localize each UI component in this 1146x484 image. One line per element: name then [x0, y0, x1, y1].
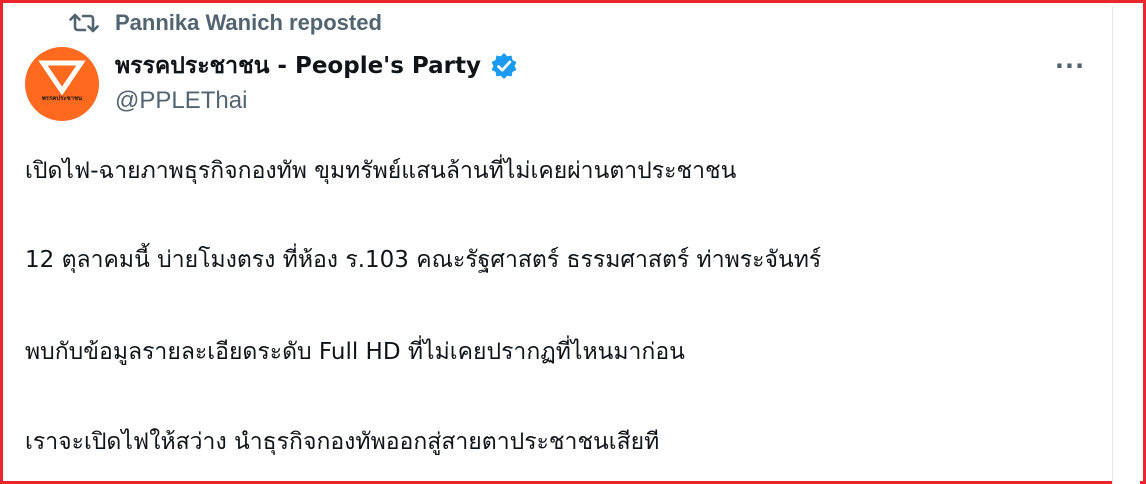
avatar[interactable]: พรรคประชาชน	[25, 47, 99, 121]
scrollbar[interactable]	[1112, 6, 1140, 484]
author-name-row: พรรคประชาชน - People's Party	[115, 48, 519, 84]
tweet-frame: Pannika Wanich reposted พรรคประชาชน พรรค…	[0, 0, 1146, 484]
post-text-line: 12 ตุลาคมนี้ บ่ายโมงตรง ที่ห้อง ร.103 คณ…	[25, 247, 822, 273]
author-display-name[interactable]: พรรคประชาชน - People's Party	[115, 48, 481, 84]
more-options-glyph: ···	[1054, 52, 1086, 80]
post-text-line: พบกับข้อมูลรายละเอียดระดับ Full HD ที่ไม…	[25, 339, 685, 365]
avatar-label: พรรคประชาชน	[41, 95, 83, 102]
party-logo-icon	[38, 60, 86, 96]
repost-icon	[69, 12, 99, 34]
repost-label: Pannika Wanich reposted	[115, 10, 382, 35]
post-text-line: เปิดไฟ-ฉายภาพธุรกิจกองทัพ ขุมทรัพย์แสนล้…	[25, 158, 737, 184]
repost-indicator[interactable]: Pannika Wanich reposted	[69, 10, 382, 36]
author-handle[interactable]: @PPLEThai	[115, 87, 247, 115]
post-text-line: เราจะเปิดไฟให้สว่าง นำธุรกิจกองทัพออกสู่…	[25, 429, 660, 455]
verified-badge-icon[interactable]	[489, 51, 519, 81]
more-options-icon[interactable]: ···	[1049, 49, 1091, 83]
